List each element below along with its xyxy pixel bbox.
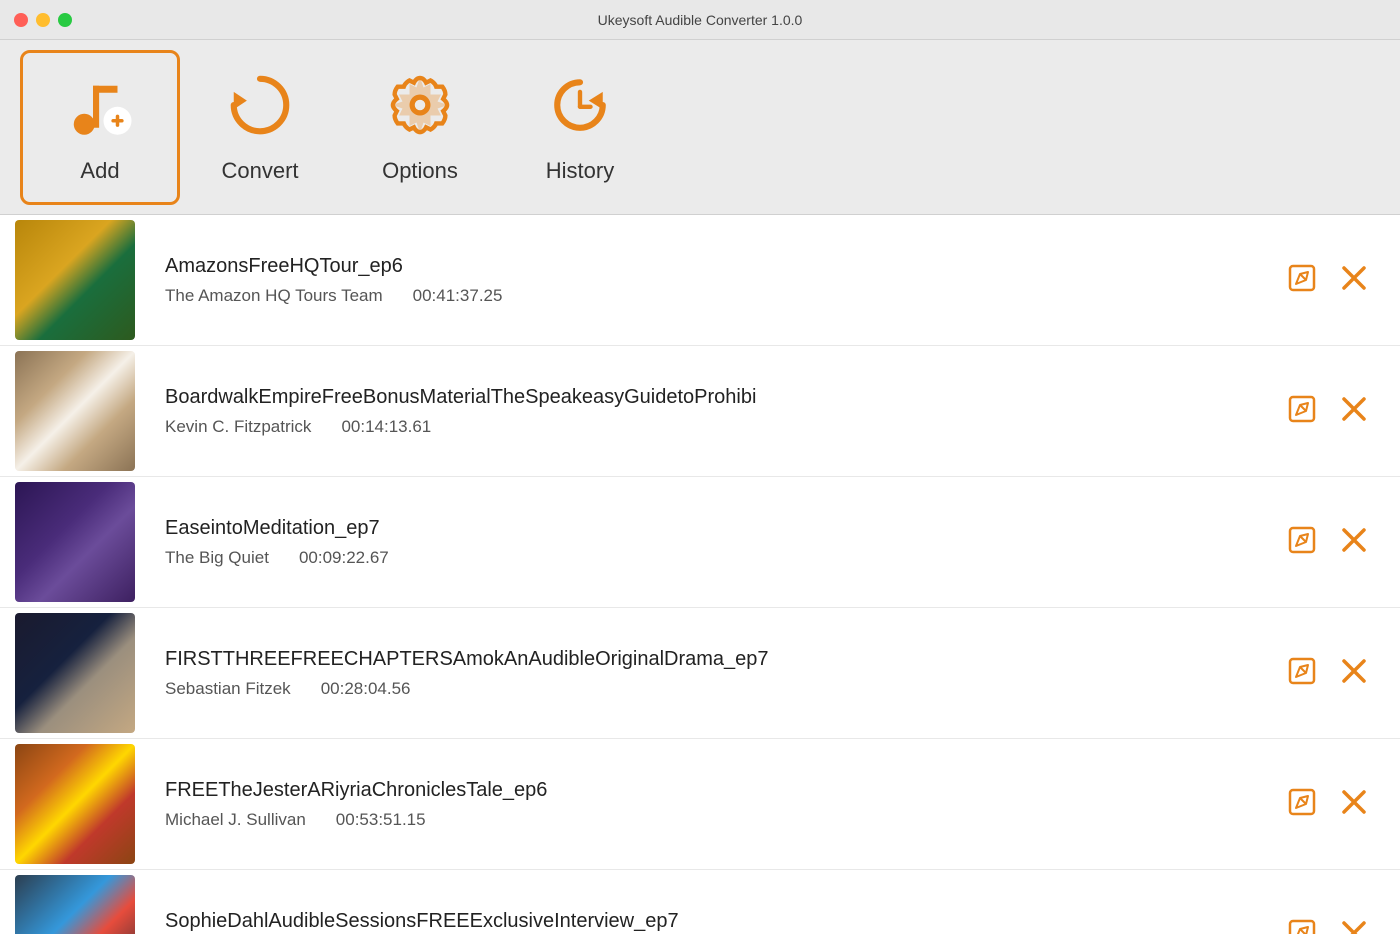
track-duration: 00:28:04.56: [321, 679, 411, 699]
track-actions: [1256, 912, 1400, 934]
track-title: EaseintoMeditation_ep7: [165, 517, 1236, 540]
options-label: Options: [382, 158, 458, 184]
track-info: BoardwalkEmpireFreeBonusMaterialTheSpeak…: [145, 371, 1256, 452]
thumbnail-image: [15, 351, 135, 471]
edit-button[interactable]: [1281, 388, 1323, 435]
gear-icon: [385, 70, 455, 150]
track-actions: [1256, 388, 1400, 435]
track-meta: The Amazon HQ Tours Team 00:41:37.25: [165, 286, 1236, 306]
music-add-icon: [65, 70, 135, 150]
thumbnail-image: [15, 482, 135, 602]
track-item: BoardwalkEmpireFreeBonusMaterialTheSpeak…: [0, 346, 1400, 477]
edit-button[interactable]: [1281, 912, 1323, 934]
track-info: AmazonsFreeHQTour_ep6 The Amazon HQ Tour…: [145, 240, 1256, 321]
thumbnail-image: [15, 613, 135, 733]
edit-button[interactable]: [1281, 781, 1323, 828]
track-thumbnail: [15, 220, 135, 340]
track-thumbnail: [15, 744, 135, 864]
edit-button[interactable]: [1281, 650, 1323, 697]
track-item: AmazonsFreeHQTour_ep6 The Amazon HQ Tour…: [0, 215, 1400, 346]
track-thumbnail: [15, 482, 135, 602]
thumbnail-image: [15, 220, 135, 340]
thumbnail-image: [15, 875, 135, 934]
history-label: History: [546, 158, 614, 184]
history-icon: [545, 70, 615, 150]
track-info: FREETheJesterARiyriaChroniclesTale_ep6 M…: [145, 764, 1256, 845]
edit-button[interactable]: [1281, 519, 1323, 566]
track-item: FREETheJesterARiyriaChroniclesTale_ep6 M…: [0, 739, 1400, 870]
track-duration: 00:53:51.15: [336, 810, 426, 830]
track-title: FIRSTTHREEFREECHAPTERSAmokAnAudibleOrigi…: [165, 648, 1236, 671]
add-label: Add: [80, 158, 119, 184]
toolbar-item-options[interactable]: Options: [340, 50, 500, 205]
toolbar-item-convert[interactable]: Convert: [180, 50, 340, 205]
track-info: SophieDahlAudibleSessionsFREEExclusiveIn…: [145, 895, 1256, 934]
track-info: FIRSTTHREEFREECHAPTERSAmokAnAudibleOrigi…: [145, 633, 1256, 714]
delete-button[interactable]: [1333, 388, 1375, 435]
track-author: Kevin C. Fitzpatrick: [165, 417, 311, 437]
track-meta: Michael J. Sullivan 00:53:51.15: [165, 810, 1236, 830]
track-actions: [1256, 781, 1400, 828]
toolbar-item-add[interactable]: Add: [20, 50, 180, 205]
minimize-button[interactable]: [36, 13, 50, 27]
track-actions: [1256, 519, 1400, 566]
toolbar-item-history[interactable]: History: [500, 50, 660, 205]
track-duration: 00:14:13.61: [341, 417, 431, 437]
track-actions: [1256, 650, 1400, 697]
track-author: Sebastian Fitzek: [165, 679, 291, 699]
track-author: The Big Quiet: [165, 548, 269, 568]
track-thumbnail: [15, 875, 135, 934]
track-author: Michael J. Sullivan: [165, 810, 306, 830]
track-thumbnail: [15, 613, 135, 733]
window-title: Ukeysoft Audible Converter 1.0.0: [598, 12, 803, 28]
track-meta: Kevin C. Fitzpatrick 00:14:13.61: [165, 417, 1236, 437]
maximize-button[interactable]: [58, 13, 72, 27]
close-button[interactable]: [14, 13, 28, 27]
title-bar: Ukeysoft Audible Converter 1.0.0: [0, 0, 1400, 40]
track-actions: [1256, 257, 1400, 304]
edit-button[interactable]: [1281, 257, 1323, 304]
track-title: BoardwalkEmpireFreeBonusMaterialTheSpeak…: [165, 386, 1236, 409]
delete-button[interactable]: [1333, 519, 1375, 566]
delete-button[interactable]: [1333, 650, 1375, 697]
track-list: AmazonsFreeHQTour_ep6 The Amazon HQ Tour…: [0, 215, 1400, 934]
convert-icon: [225, 70, 295, 150]
track-duration: 00:09:22.67: [299, 548, 389, 568]
track-duration: 00:41:37.25: [413, 286, 503, 306]
track-title: AmazonsFreeHQTour_ep6: [165, 255, 1236, 278]
track-thumbnail: [15, 351, 135, 471]
track-title: FREETheJesterARiyriaChroniclesTale_ep6: [165, 779, 1236, 802]
thumbnail-image: [15, 744, 135, 864]
track-item: EaseintoMeditation_ep7 The Big Quiet 00:…: [0, 477, 1400, 608]
track-title: SophieDahlAudibleSessionsFREEExclusiveIn…: [165, 910, 1236, 933]
track-info: EaseintoMeditation_ep7 The Big Quiet 00:…: [145, 502, 1256, 583]
delete-button[interactable]: [1333, 781, 1375, 828]
delete-button[interactable]: [1333, 912, 1375, 934]
track-item: FIRSTTHREEFREECHAPTERSAmokAnAudibleOrigi…: [0, 608, 1400, 739]
convert-label: Convert: [221, 158, 298, 184]
window-controls[interactable]: [14, 13, 72, 27]
track-meta: Sebastian Fitzek 00:28:04.56: [165, 679, 1236, 699]
delete-button[interactable]: [1333, 257, 1375, 304]
track-item: SophieDahlAudibleSessionsFREEExclusiveIn…: [0, 870, 1400, 934]
toolbar: Add Convert Options: [0, 40, 1400, 215]
track-author: The Amazon HQ Tours Team: [165, 286, 383, 306]
track-meta: The Big Quiet 00:09:22.67: [165, 548, 1236, 568]
